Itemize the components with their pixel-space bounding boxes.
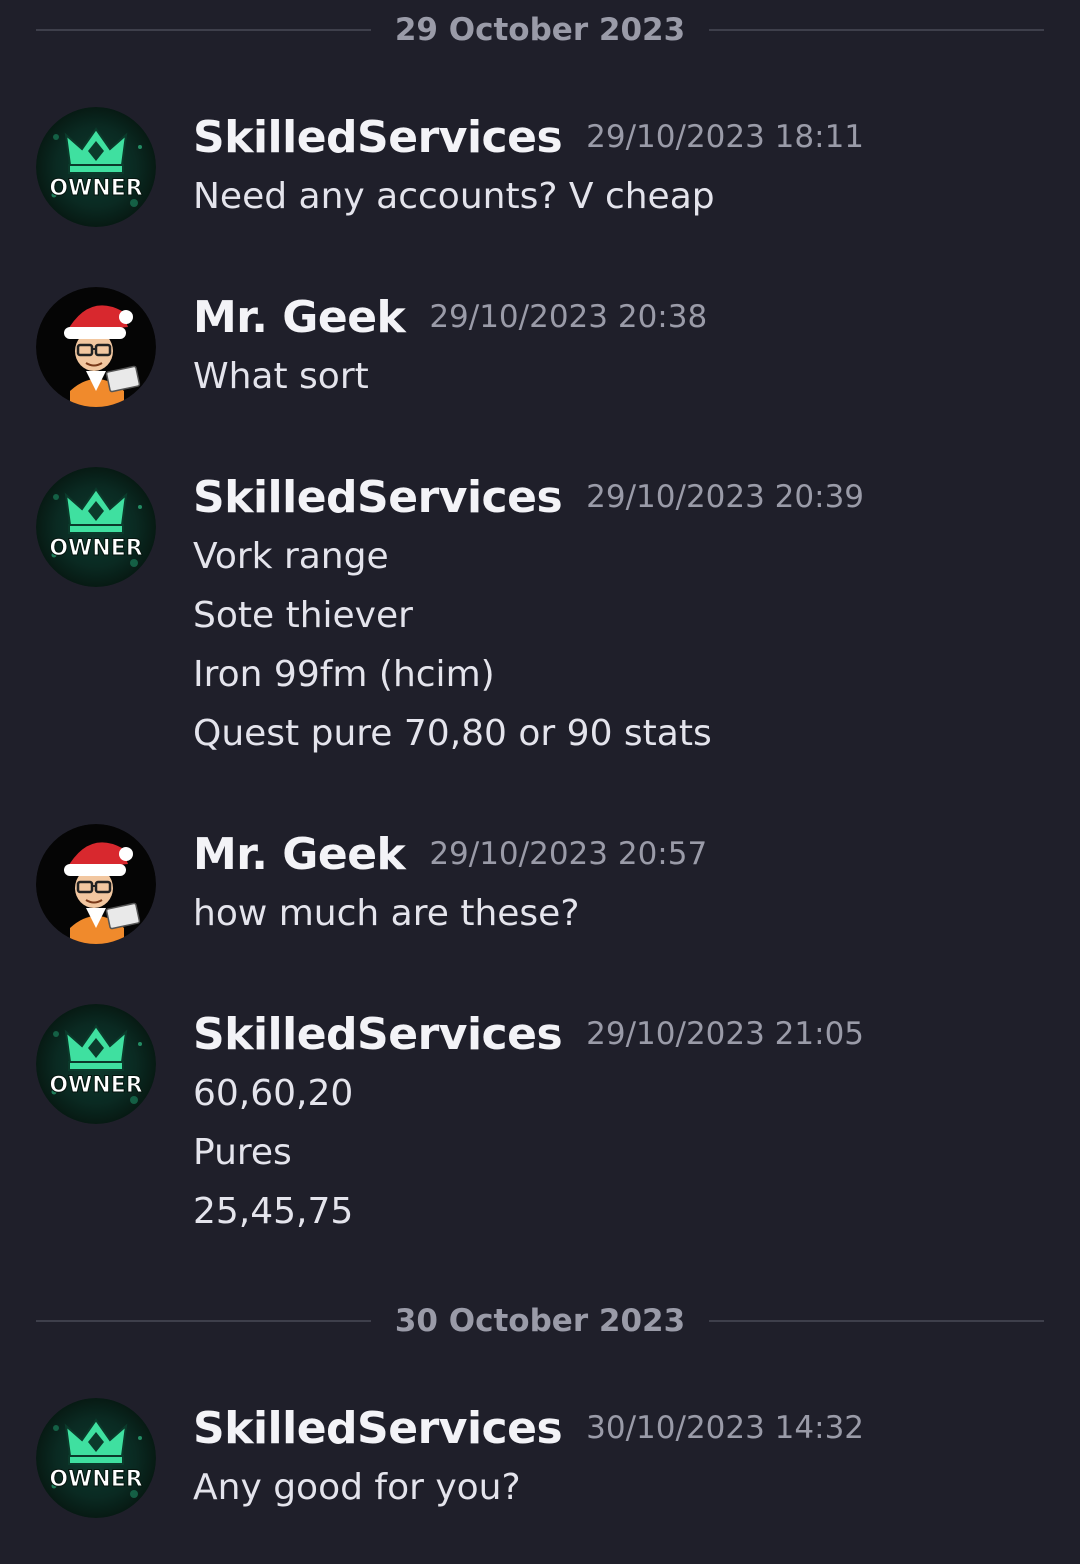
date-divider: 29 October 2023	[36, 10, 1045, 50]
santa-hat-geek-icon	[36, 287, 156, 407]
owner-avatar[interactable]	[36, 1398, 156, 1518]
owner-avatar[interactable]	[36, 107, 156, 227]
divider-line	[709, 1320, 1045, 1322]
message-text: Any good for you?	[193, 1467, 521, 1508]
timestamp: 29/10/2023 20:57	[429, 836, 708, 872]
message-header: SkilledServices 29/10/2023 21:05	[193, 1004, 1053, 1064]
message-content: SkilledServices 30/10/2023 14:32 Any goo…	[193, 1398, 1053, 1517]
owner-crown-icon	[36, 467, 156, 587]
message-header: Mr. Geek 29/10/2023 20:38	[193, 287, 1053, 347]
username[interactable]: Mr. Geek	[193, 292, 406, 343]
owner-crown-icon	[36, 107, 156, 227]
message-header: SkilledServices 30/10/2023 14:32	[193, 1398, 1053, 1458]
owner-crown-icon	[36, 1004, 156, 1124]
geek-avatar[interactable]	[36, 287, 156, 407]
owner-avatar[interactable]	[36, 1004, 156, 1124]
username[interactable]: SkilledServices	[193, 472, 563, 523]
geek-avatar[interactable]	[36, 824, 156, 944]
owner-avatar[interactable]	[36, 467, 156, 587]
message-text: Iron 99fm (hcim)	[193, 654, 495, 695]
divider-line	[36, 29, 371, 31]
santa-hat-geek-icon	[36, 824, 156, 944]
owner-crown-icon	[36, 1398, 156, 1518]
message-text: how much are these?	[193, 893, 580, 934]
date-divider: 30 October 2023	[36, 1301, 1045, 1341]
timestamp: 29/10/2023 18:11	[586, 119, 865, 155]
message-header: Mr. Geek 29/10/2023 20:57	[193, 824, 1053, 884]
message-content: Mr. Geek 29/10/2023 20:57 how much are t…	[193, 824, 1053, 943]
message-header: SkilledServices 29/10/2023 18:11	[193, 107, 1053, 167]
message-text: Pures	[193, 1132, 292, 1173]
username[interactable]: SkilledServices	[193, 1009, 563, 1060]
message-content: SkilledServices 29/10/2023 20:39 Vork ra…	[193, 467, 1053, 763]
date-divider-label: 29 October 2023	[394, 12, 686, 48]
message-content: Mr. Geek 29/10/2023 20:38 What sort	[193, 287, 1053, 406]
message-text: What sort	[193, 356, 369, 397]
message-text: Quest pure 70,80 or 90 stats	[193, 713, 712, 754]
message-text: Sote thiever	[193, 595, 413, 636]
message-text: Need any accounts? V cheap	[193, 176, 715, 217]
message-text: 25,45,75	[193, 1191, 354, 1232]
date-divider-label: 30 October 2023	[394, 1303, 686, 1339]
username[interactable]: Mr. Geek	[193, 829, 406, 880]
message-text: Vork range	[193, 536, 389, 577]
timestamp: 29/10/2023 20:38	[429, 299, 708, 335]
divider-line	[709, 29, 1045, 31]
timestamp: 29/10/2023 21:05	[586, 1016, 865, 1052]
message-content: SkilledServices 29/10/2023 21:05 60,60,2…	[193, 1004, 1053, 1241]
username[interactable]: SkilledServices	[193, 112, 563, 163]
timestamp: 29/10/2023 20:39	[586, 479, 865, 515]
timestamp: 30/10/2023 14:32	[586, 1410, 865, 1446]
message-header: SkilledServices 29/10/2023 20:39	[193, 467, 1053, 527]
message-content: SkilledServices 29/10/2023 18:11 Need an…	[193, 107, 1053, 226]
message-text: 60,60,20	[193, 1073, 354, 1114]
divider-line	[36, 1320, 371, 1322]
username[interactable]: SkilledServices	[193, 1403, 563, 1454]
